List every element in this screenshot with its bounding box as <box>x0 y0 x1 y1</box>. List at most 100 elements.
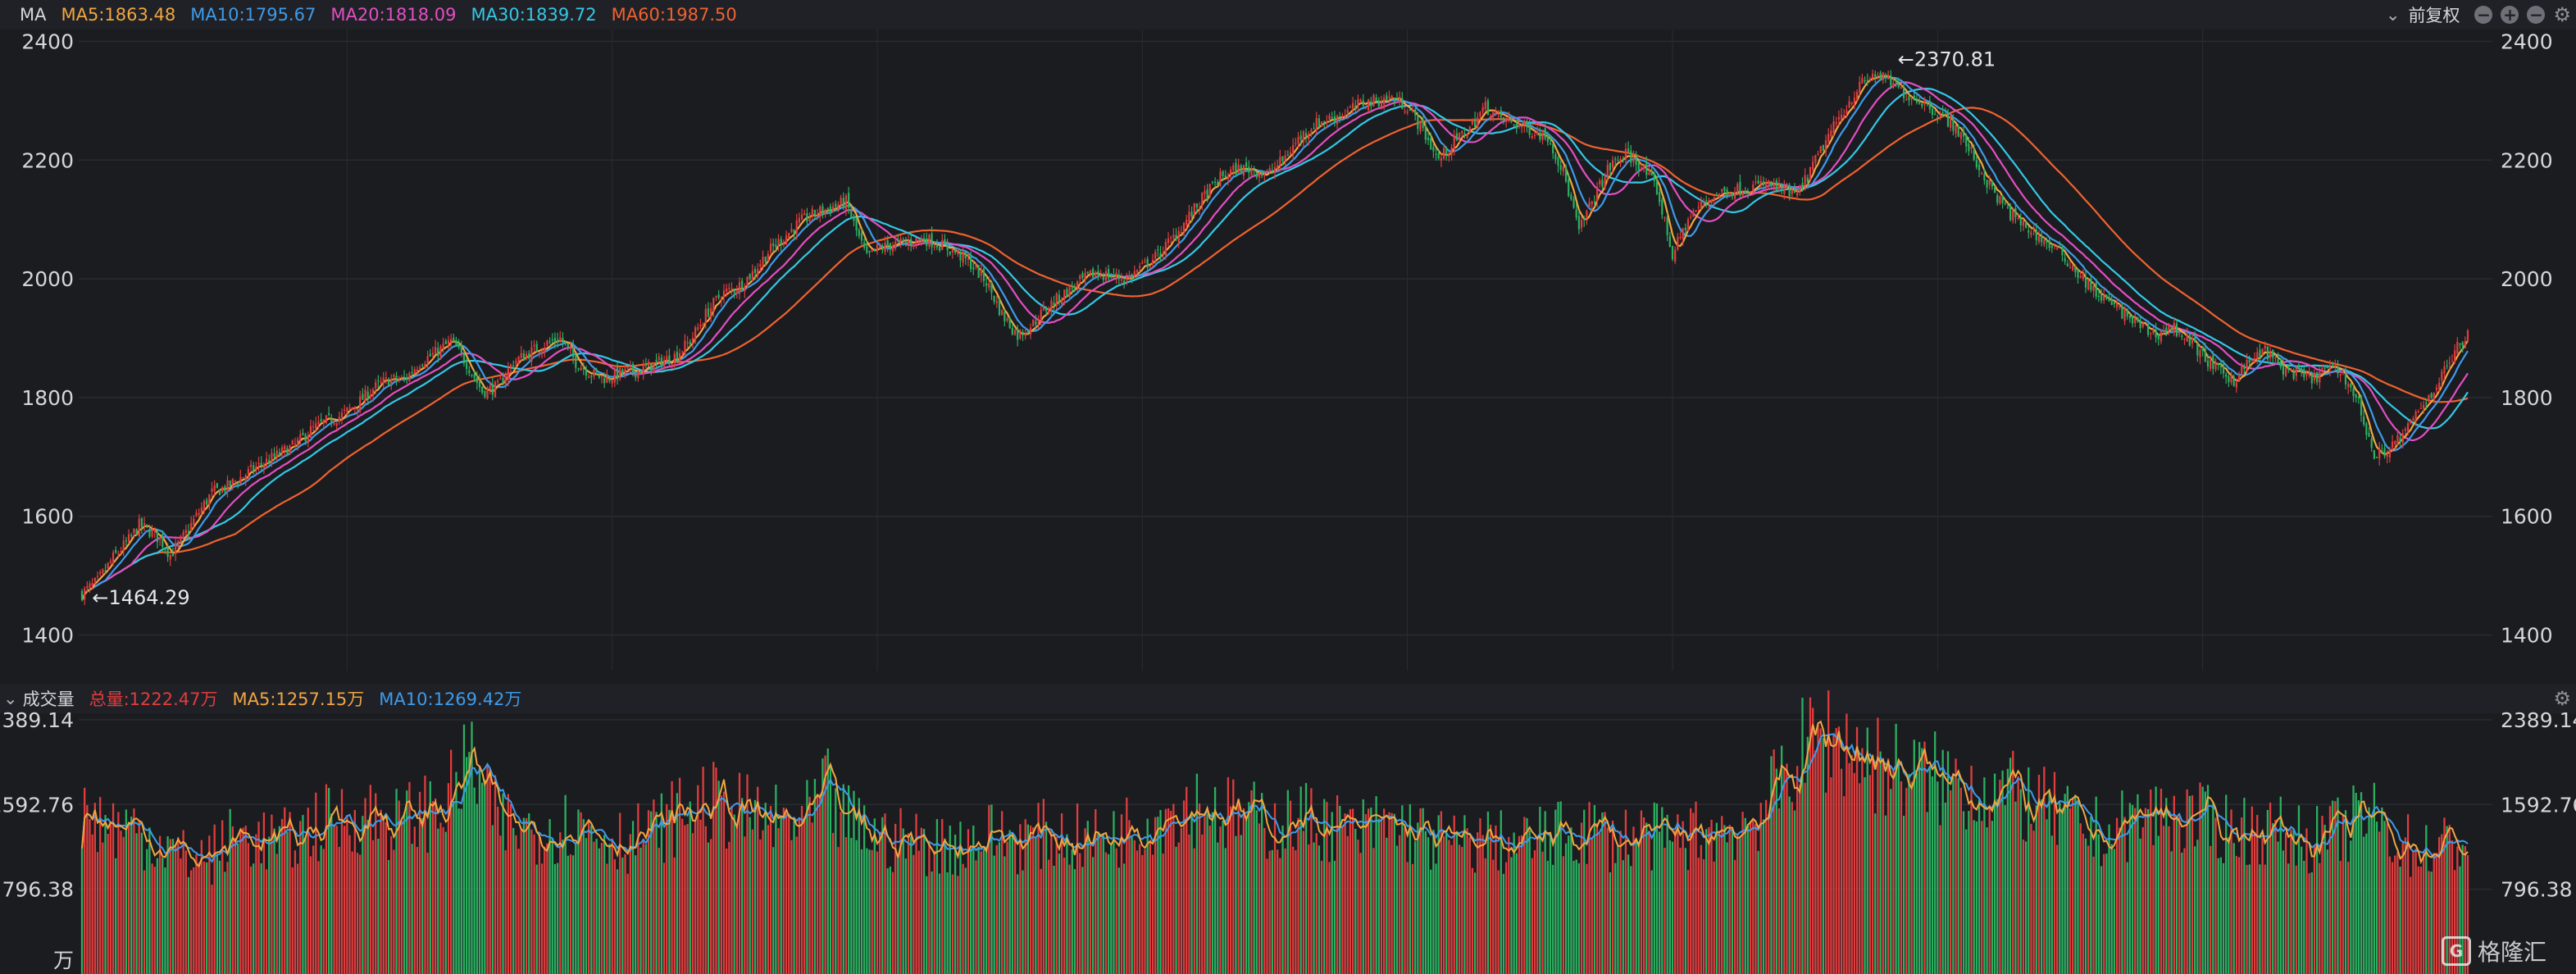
candle-body <box>621 369 624 374</box>
candle-body <box>842 198 844 208</box>
volume-bar <box>1242 808 1245 974</box>
volume-bar <box>1777 808 1781 974</box>
candle-body <box>473 374 476 379</box>
candle-body <box>884 243 886 253</box>
volume-bar <box>1211 812 1214 974</box>
volume-bar <box>1905 788 1908 974</box>
volume-bar <box>1957 778 1959 974</box>
moving-average-lines <box>80 75 2469 601</box>
volume-bar <box>2214 817 2217 974</box>
volume-bar <box>1515 853 1518 974</box>
volume-bar <box>499 835 502 974</box>
volume-bar <box>1115 848 1117 974</box>
candle-body <box>2363 416 2365 425</box>
volume-bar <box>1468 837 1471 974</box>
candle-body <box>2360 396 2363 416</box>
candle-body <box>1544 128 1546 139</box>
volume-bar <box>769 806 772 974</box>
candle-body <box>2222 364 2225 374</box>
volume-bar <box>1008 830 1011 974</box>
candle-body <box>917 239 920 241</box>
volume-bar <box>1006 841 1008 974</box>
candle-body <box>1978 164 1981 171</box>
candle-body <box>735 291 738 294</box>
volume-bar <box>377 839 380 974</box>
volume-bar <box>2235 856 2238 974</box>
volume-bar <box>468 752 471 974</box>
candle-body <box>1333 116 1336 122</box>
candle-body <box>946 242 949 251</box>
candle-body <box>2206 360 2210 367</box>
candle-body <box>2095 283 2097 297</box>
candle-body <box>1204 191 1206 194</box>
candle-body <box>115 549 117 553</box>
candle-body <box>1167 238 1170 244</box>
candle-body <box>577 368 580 370</box>
candle-body <box>1217 182 1219 186</box>
volume-bar <box>933 850 935 974</box>
candle-body <box>590 375 593 377</box>
volume-bar <box>855 840 858 974</box>
candle-body <box>1723 187 1726 191</box>
candle-body <box>2357 397 2360 398</box>
price-tick-label-left: 2000 <box>21 267 74 291</box>
volume-bar <box>662 862 666 974</box>
candle-body <box>559 337 562 342</box>
volume-bar <box>2061 808 2064 974</box>
volume-bar <box>2428 871 2430 974</box>
volume-bar <box>564 794 567 974</box>
candle-body <box>180 536 182 542</box>
volume-bar <box>910 836 913 974</box>
candle-body <box>1731 193 1734 196</box>
volume-bar <box>2059 802 2061 974</box>
candle-body <box>1777 183 1781 188</box>
candle-body <box>1157 249 1159 251</box>
volume-bar <box>1528 830 1531 974</box>
volume-bar <box>1261 793 1263 974</box>
candle-body <box>1759 180 1762 184</box>
candle-body <box>1211 181 1214 183</box>
candle-body <box>1323 121 1326 123</box>
candle-body <box>224 486 226 492</box>
volume-unit-label: 万 <box>53 949 74 972</box>
candle-body <box>1752 184 1755 192</box>
volume-bar <box>767 825 770 974</box>
volume-bar <box>1617 844 1619 974</box>
volume-bar <box>122 836 125 974</box>
volume-bar <box>162 858 164 974</box>
candle-body <box>655 359 658 362</box>
volume-bar <box>709 839 712 974</box>
volume-bar <box>1250 790 1253 974</box>
volume-bar <box>678 777 681 974</box>
volume-bar <box>1110 845 1113 974</box>
volume-bar <box>1279 858 1281 974</box>
candle-body <box>366 391 369 400</box>
volume-bar <box>726 849 728 974</box>
candle-body <box>457 345 460 348</box>
candle-body <box>662 360 666 367</box>
candle-body <box>788 233 790 238</box>
volume-bar <box>2430 872 2433 974</box>
volume-bar <box>330 813 333 974</box>
candle-body <box>772 243 775 247</box>
candle-body <box>855 217 858 231</box>
candle-body <box>2214 362 2217 370</box>
candle-body <box>1671 245 1674 260</box>
volume-bar <box>344 826 346 974</box>
candle-body <box>1981 173 1983 175</box>
volume-bar <box>1583 809 1586 974</box>
candle-body <box>1721 189 1723 192</box>
candle-body <box>806 213 808 222</box>
candle-body <box>1463 133 1466 136</box>
candle-body <box>187 530 190 533</box>
candle-body <box>135 529 138 535</box>
candle-body <box>813 210 817 216</box>
candle-body <box>1955 125 1957 134</box>
candle-body <box>2404 429 2407 431</box>
volume-bar <box>1048 859 1050 974</box>
candle-body <box>1983 174 1986 181</box>
candle-body <box>1879 72 1882 80</box>
candle-body <box>80 590 84 600</box>
volume-bar <box>1136 850 1139 974</box>
candle-body <box>1655 180 1659 194</box>
